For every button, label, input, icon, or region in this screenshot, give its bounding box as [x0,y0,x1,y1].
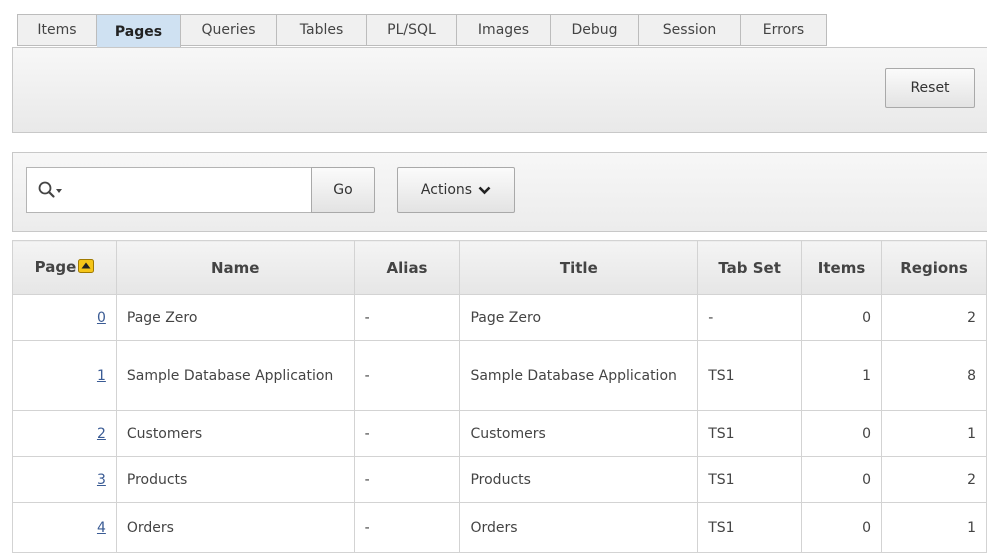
tab-set-cell: TS1 [697,410,803,457]
tab-debug[interactable]: Debug [551,14,639,46]
name-cell: Page Zero [115,294,355,341]
column-header-items[interactable]: Items [801,240,883,295]
name-cell: Customers [115,410,355,457]
column-header-page[interactable]: Page [12,240,117,295]
pages-report-table: Page Name Alias Title Tab Set Items Regi… [12,240,987,553]
column-header-page-label: Page [34,258,77,277]
title-cell: Customers [459,410,699,457]
title-cell: Products [459,456,699,503]
column-header-title[interactable]: Title [459,240,699,295]
tab-session[interactable]: Session [639,14,741,46]
search-region: Go Actions [12,152,987,232]
regions-cell: 2 [881,456,987,503]
alias-cell: - [353,410,461,457]
column-header-alias[interactable]: Alias [353,240,461,295]
tab-set-cell: TS1 [697,456,803,503]
alias-cell: - [353,456,461,503]
items-cell: 0 [801,456,883,503]
items-cell: 0 [801,502,883,553]
page-link[interactable]: 2 [97,426,106,442]
title-cell: Page Zero [459,294,699,341]
regions-cell: 1 [881,502,987,553]
column-header-tab-set[interactable]: Tab Set [697,240,803,295]
alias-cell: - [353,340,461,411]
column-header-name[interactable]: Name [115,240,355,295]
items-cell: 1 [801,340,883,411]
page-cell: 0 [12,294,117,341]
alias-cell: - [353,294,461,341]
tab-set-cell: - [697,294,803,341]
column-header-regions[interactable]: Regions [881,240,987,295]
page-cell: 4 [12,502,117,553]
table-row: 0 Page Zero - Page Zero - 0 2 [12,294,987,341]
name-cell: Orders [115,502,355,553]
regions-cell: 2 [881,294,987,341]
regions-cell: 1 [881,410,987,457]
chevron-down-icon [478,186,491,194]
tab-set-cell: TS1 [697,502,803,553]
sort-ascending-icon[interactable] [78,258,95,277]
table-row: 3 Products - Products TS1 0 2 [12,456,987,503]
items-cell: 0 [801,294,883,341]
tab-tables[interactable]: Tables [277,14,367,46]
page-cell: 1 [12,340,117,411]
table-row: 1 Sample Database Application - Sample D… [12,340,987,411]
tab-items[interactable]: Items [17,14,97,46]
page-link[interactable]: 3 [97,472,106,488]
search-box [26,167,326,213]
tab-errors[interactable]: Errors [741,14,827,46]
go-button[interactable]: Go [311,167,375,213]
reset-button[interactable]: Reset [885,68,975,108]
tab-bar: Items Pages Queries Tables PL/SQL Images… [17,14,827,48]
table-header-row: Page Name Alias Title Tab Set Items Regi… [12,240,987,295]
tab-queries[interactable]: Queries [181,14,277,46]
title-cell: Sample Database Application [459,340,699,411]
regions-cell: 8 [881,340,987,411]
search-input[interactable] [69,178,325,204]
table-row: 4 Orders - Orders TS1 0 1 [12,502,987,553]
toolbar: Reset [12,47,987,133]
table-row: 2 Customers - Customers TS1 0 1 [12,410,987,457]
page-cell: 2 [12,410,117,457]
page-link[interactable]: 0 [97,310,106,326]
page-link[interactable]: 4 [97,520,106,536]
tab-images[interactable]: Images [457,14,551,46]
page-link[interactable]: 1 [97,368,106,384]
alias-cell: - [353,502,461,553]
title-cell: Orders [459,502,699,553]
actions-label: Actions [420,182,473,198]
page-cell: 3 [12,456,117,503]
tab-pages[interactable]: Pages [97,14,181,48]
tab-plsql[interactable]: PL/SQL [367,14,457,46]
actions-button[interactable]: Actions [397,167,515,213]
tab-set-cell: TS1 [697,340,803,411]
search-icon[interactable] [37,180,67,202]
name-cell: Products [115,456,355,503]
name-cell: Sample Database Application [115,340,355,411]
items-cell: 0 [801,410,883,457]
